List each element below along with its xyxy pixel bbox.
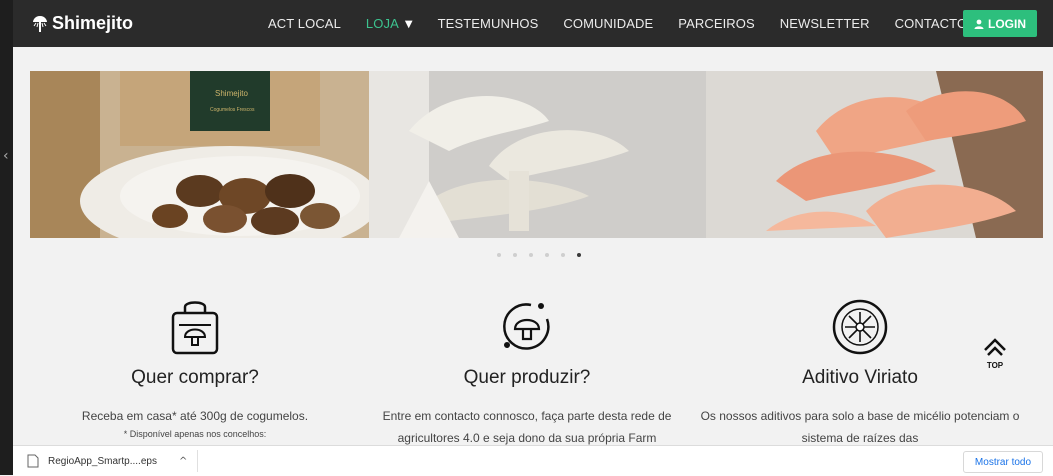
carousel-dot[interactable] <box>497 253 501 257</box>
white-oyster-mushroom-slide <box>369 71 706 238</box>
login-button[interactable]: LOGIN <box>963 10 1037 37</box>
chevron-up-icon[interactable]: ^ <box>179 456 187 467</box>
carousel-dot[interactable] <box>545 253 549 257</box>
carousel-dot[interactable] <box>561 253 565 257</box>
nav-comunidade[interactable]: COMUNIDADE <box>563 16 653 31</box>
file-icon <box>27 454 39 468</box>
pink-oyster-mushroom-slide <box>706 71 1043 238</box>
mushroom-logo-icon <box>33 15 47 32</box>
nav-act-local[interactable]: ACT LOCAL <box>268 16 341 31</box>
back-to-top-label: TOP <box>986 361 1004 370</box>
left-edge <box>0 0 13 475</box>
carousel-dot[interactable] <box>513 253 517 257</box>
feature-buy-text: Receba em casa* até 300g de cogumelos. <box>81 409 309 423</box>
nav-loja[interactable]: LOJA ▼ <box>366 16 413 31</box>
feature-buy-title: Quer comprar? <box>131 367 259 388</box>
carousel-dot[interactable] <box>529 253 533 257</box>
grow-mushroom-icon <box>503 303 550 350</box>
show-all-button[interactable]: Mostrar todo <box>963 451 1043 473</box>
nav-testemunhos[interactable]: TESTEMUNHOS <box>438 16 539 31</box>
feature-buy-note: * Disponível apenas nos concelhos: <box>123 429 267 439</box>
feature-produce-title: Quer produzir? <box>463 367 591 388</box>
download-bar: RegioApp_Smartp....eps ^ Mostrar todo <box>13 445 1053 476</box>
download-file-name: RegioApp_Smartp....eps <box>48 455 157 467</box>
carousel-dots <box>497 253 593 257</box>
back-to-top-button[interactable]: TOP <box>973 336 1017 378</box>
nav-parceiros[interactable]: PARCEIROS <box>678 16 755 31</box>
nav-loja-label: LOJA <box>365 16 399 31</box>
feature-produce-text: Entre em contacto connosco, faça parte d… <box>382 409 672 445</box>
carousel-prev-icon[interactable]: ‹ <box>3 148 9 164</box>
svg-text:Cogumelos Frescos: Cogumelos Frescos <box>210 107 255 113</box>
chevron-up-icon <box>984 338 1006 356</box>
feature-produce: Quer produzir? Entre em contacto connosc… <box>362 295 692 449</box>
aditivo-viriato-seal-icon <box>832 299 888 355</box>
login-label: LOGIN <box>988 16 1026 31</box>
svg-text:Shimejito: Shimejito <box>215 89 248 98</box>
download-item[interactable]: RegioApp_Smartp....eps ^ <box>27 446 187 476</box>
main-nav: ACT LOCAL LOJA ▼ TESTEMUNHOS COMUNIDADE P… <box>268 0 1001 47</box>
user-icon <box>974 19 984 29</box>
shopping-bag-mushroom-icon <box>171 301 219 355</box>
divider <box>197 450 198 472</box>
hero-carousel: Shimejito Cogumelos Frescos <box>30 71 1043 238</box>
feature-buy: Quer comprar? Receba em casa* até 300g d… <box>30 295 360 441</box>
carousel-dot-active[interactable] <box>577 253 581 257</box>
feature-additive-text: Os nossos aditivos para solo a base de m… <box>700 409 1020 445</box>
chevron-down-icon: ▼ <box>404 19 413 30</box>
brand-logo[interactable]: Shimejito <box>32 13 133 34</box>
top-navbar: Shimejito ACT LOCAL LOJA ▼ TESTEMUNHOS CO… <box>13 0 1053 47</box>
brand-name: Shimejito <box>52 13 134 33</box>
shiitake-package-slide: Shimejito Cogumelos Frescos <box>30 71 380 238</box>
nav-newsletter[interactable]: NEWSLETTER <box>780 16 870 31</box>
